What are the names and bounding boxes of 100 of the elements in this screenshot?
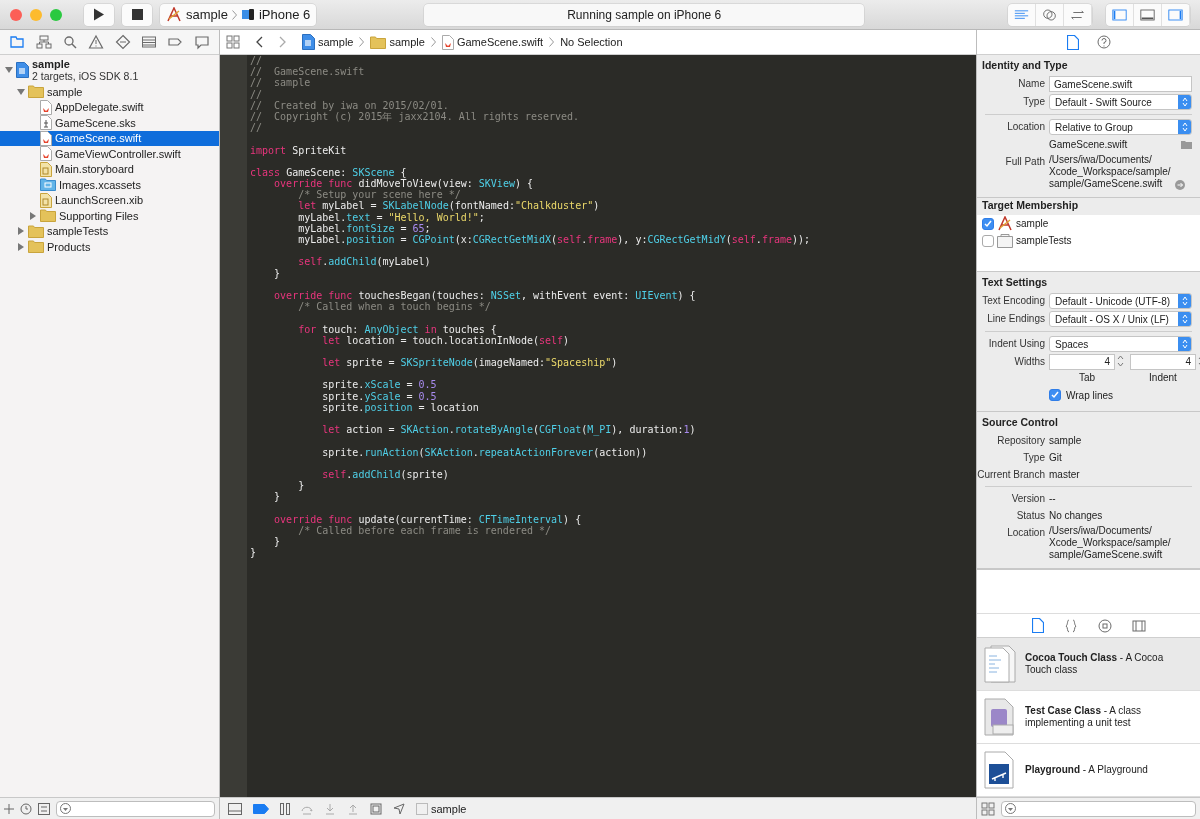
pause-icon[interactable] bbox=[280, 802, 290, 815]
code-line: myLabel.fontSize = 65; bbox=[297, 222, 432, 234]
view-debugger-icon[interactable] bbox=[370, 802, 382, 815]
folder-icon bbox=[40, 178, 56, 192]
popup-button[interactable]: Default - OS X / Unix (LF) bbox=[1049, 311, 1192, 327]
clock-icon[interactable] bbox=[20, 802, 32, 815]
breadcrumb[interactable]: GameScene.swift bbox=[441, 34, 544, 50]
disclosure-triangle-icon[interactable] bbox=[28, 211, 37, 220]
tree-item[interactable]: Main.storyboard bbox=[0, 161, 219, 177]
breakpoint-icon[interactable] bbox=[253, 803, 269, 814]
popup-button[interactable]: Default - Swift Source bbox=[1049, 94, 1192, 110]
folder-icon bbox=[28, 240, 44, 254]
popup-button[interactable]: Default - Unicode (UTF-8) bbox=[1049, 293, 1192, 309]
field-label: Indent Using bbox=[987, 337, 1045, 351]
window-close-button[interactable] bbox=[10, 8, 22, 21]
field-caption: Tab bbox=[1077, 372, 1097, 383]
inspector-tab[interactable] bbox=[1064, 32, 1081, 52]
activity-status: Running sample on iPhone 6 bbox=[424, 3, 865, 26]
braces-icon bbox=[1063, 618, 1078, 633]
code-line: } bbox=[273, 267, 282, 279]
location-arrow-icon[interactable] bbox=[393, 802, 405, 815]
field-value: -- bbox=[1049, 492, 1057, 506]
checkbox[interactable] bbox=[982, 217, 994, 230]
field-label: Line Endings bbox=[986, 312, 1045, 326]
disclosure-triangle-icon[interactable] bbox=[16, 227, 25, 236]
stepper-icon[interactable] bbox=[1117, 354, 1124, 368]
folder-icon[interactable] bbox=[1181, 140, 1192, 149]
library-tab[interactable] bbox=[1095, 616, 1114, 635]
step-out-icon[interactable] bbox=[347, 802, 359, 815]
tree-item[interactable]: LaunchScreen.xib bbox=[0, 192, 219, 208]
step-into-icon[interactable] bbox=[324, 802, 336, 815]
checkbox-label: Wrap lines bbox=[1066, 389, 1114, 401]
field-label: Current Branch bbox=[977, 468, 1045, 482]
bottom-panel-icon bbox=[1140, 7, 1155, 22]
tree-item[interactable]: sampleTests bbox=[0, 223, 219, 239]
field-label: Status bbox=[1015, 509, 1045, 523]
grid-icon[interactable] bbox=[981, 801, 995, 816]
target-name: sampleTests bbox=[1016, 235, 1072, 246]
indent-width-field[interactable]: 4 bbox=[1130, 354, 1196, 370]
navigator-tab[interactable] bbox=[33, 32, 54, 52]
document-icon bbox=[16, 62, 29, 78]
library-item[interactable]: Cocoa Touch Class - A Cocoa Touch class bbox=[977, 638, 1200, 691]
field-label: Version bbox=[1010, 492, 1045, 506]
tree-item[interactable]: Products bbox=[0, 239, 219, 255]
tree-item[interactable]: sample bbox=[0, 84, 219, 100]
tree-item[interactable]: Supporting Files bbox=[0, 208, 219, 224]
grid-icon[interactable] bbox=[38, 802, 50, 815]
name-field[interactable]: GameScene.swift bbox=[1049, 76, 1192, 92]
disclosure-triangle-icon[interactable] bbox=[16, 242, 25, 251]
breadcrumb[interactable]: sample bbox=[370, 35, 425, 49]
library-tab[interactable] bbox=[1029, 616, 1046, 635]
stop-icon bbox=[131, 9, 143, 20]
file-icon bbox=[40, 146, 52, 162]
folder-icon bbox=[40, 209, 56, 223]
file-icon bbox=[40, 192, 52, 208]
tree-item[interactable]: GameScene.sks bbox=[0, 115, 219, 131]
tree-item[interactable]: AppDelegate.swift bbox=[0, 99, 219, 115]
filter-field[interactable] bbox=[1001, 800, 1196, 817]
file-icon bbox=[1066, 34, 1079, 50]
popup-button[interactable]: Relative to Group bbox=[1049, 119, 1192, 135]
checkbox[interactable] bbox=[982, 234, 994, 247]
tab-width-field[interactable]: 4 bbox=[1049, 354, 1115, 370]
inspector-tab[interactable] bbox=[1094, 33, 1113, 51]
add-icon[interactable] bbox=[4, 803, 14, 814]
breadcrumb[interactable]: sample bbox=[302, 34, 354, 50]
code-line: } bbox=[273, 491, 282, 503]
code-line: for touch: AnyObject in touches { bbox=[297, 323, 498, 335]
code-line: // bbox=[250, 122, 264, 134]
forward-icon[interactable] bbox=[278, 36, 288, 48]
breadcrumb[interactable]: No Selection bbox=[560, 36, 623, 48]
tree-item[interactable]: sample 2 targets, iOS SDK 8.1 bbox=[0, 56, 219, 84]
code-line: self.addChild(myLabel) bbox=[297, 256, 432, 268]
disclosure-triangle-icon[interactable] bbox=[16, 87, 25, 96]
arrow-circle-icon[interactable] bbox=[1174, 180, 1185, 190]
debug-area-icon[interactable] bbox=[228, 802, 242, 815]
disclosure-triangle-icon[interactable] bbox=[4, 66, 13, 74]
tree-item[interactable]: Images.xcassets bbox=[0, 177, 219, 193]
stepper-arrows-icon bbox=[1181, 122, 1188, 132]
play-icon bbox=[93, 8, 105, 21]
filter-icon bbox=[60, 803, 71, 814]
folder-icon bbox=[9, 34, 26, 50]
help-icon bbox=[1096, 35, 1111, 49]
project-subtitle: 2 targets, iOS SDK 8.1 bbox=[32, 70, 139, 82]
diamond-icon bbox=[114, 34, 131, 50]
back-icon[interactable] bbox=[254, 36, 264, 48]
stop-button[interactable] bbox=[122, 3, 152, 26]
field-label: Text Encoding bbox=[981, 294, 1045, 308]
tree-item[interactable]: GameScene.swift bbox=[0, 130, 219, 146]
scheme-selector[interactable]: sample iPhone 6 bbox=[160, 3, 317, 26]
window-zoom-button[interactable] bbox=[50, 8, 62, 21]
run-button[interactable] bbox=[84, 3, 114, 26]
filter-field[interactable] bbox=[56, 800, 215, 817]
checkbox[interactable] bbox=[1049, 389, 1061, 401]
tree-item[interactable]: GameViewController.swift bbox=[0, 146, 219, 162]
popup-button[interactable]: Spaces bbox=[1049, 336, 1192, 352]
code-line: // sample bbox=[250, 77, 312, 89]
filter-icon bbox=[1005, 803, 1016, 814]
scheme-selector[interactable]: sample bbox=[416, 802, 467, 815]
code-line: import SpriteKit bbox=[250, 144, 348, 156]
grid-icon[interactable] bbox=[226, 35, 240, 49]
